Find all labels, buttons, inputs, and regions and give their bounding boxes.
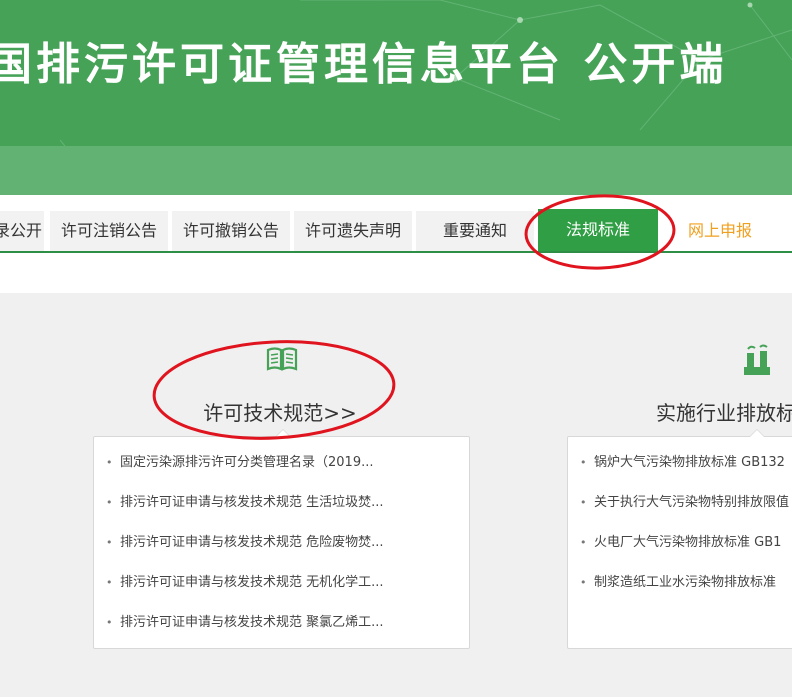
tab-info-public[interactable]: 录公开 <box>0 211 44 251</box>
list-item[interactable]: 排污许可证申请与核发技术规范 危险废物焚... <box>94 523 469 563</box>
book-icon <box>266 347 298 371</box>
column-title-permit-tech-spec[interactable]: 许可技术规范>> <box>180 397 380 426</box>
main-nav: 录公开 许可注销公告 许可撤销公告 许可遗失声明 重要通知 法规标准 网上申报 <box>0 195 792 293</box>
list-item[interactable]: 制浆造纸工业水污染物排放标准 <box>568 563 792 603</box>
tab-revocation-notice[interactable]: 许可注销公告 <box>50 211 168 251</box>
column-title-industry-standards[interactable]: 实施行业排放标 <box>656 397 792 426</box>
content-area: 许可技术规范>> 固定污染源排污许可分类管理名录（2019... 排污许可证申请… <box>0 293 792 697</box>
factory-icon <box>744 344 770 375</box>
list-item[interactable]: 关于执行大气污染物特别排放限值 <box>568 483 792 523</box>
list-item[interactable]: 排污许可证申请与核发技术规范 生活垃圾焚... <box>94 483 469 523</box>
site-title: 国排污许可证管理信息平台 公开端 <box>0 39 728 90</box>
tab-online-application[interactable]: 网上申报 <box>662 211 778 251</box>
industry-standards-panel: 锅炉大气污染物排放标准 GB132 关于执行大气污染物特别排放限值 火电厂大气污… <box>567 429 792 649</box>
tab-loss-statement[interactable]: 许可遗失声明 <box>294 211 412 251</box>
list-item[interactable]: 锅炉大气污染物排放标准 GB132 <box>568 443 792 483</box>
permit-tech-spec-panel: 固定污染源排污许可分类管理名录（2019... 排污许可证申请与核发技术规范 生… <box>93 429 470 649</box>
header-banner: 国排污许可证管理信息平台 公开端 <box>0 0 792 195</box>
tab-important-notice[interactable]: 重要通知 <box>416 211 534 251</box>
list-item[interactable]: 火电厂大气污染物排放标准 GB1 <box>568 523 792 563</box>
nav-underline <box>0 251 792 253</box>
list-item[interactable]: 固定污染源排污许可分类管理名录（2019... <box>94 443 469 483</box>
banner-band <box>0 146 792 195</box>
tab-regulations-standards[interactable]: 法规标准 <box>538 209 658 251</box>
tab-withdrawal-notice[interactable]: 许可撤销公告 <box>172 211 290 251</box>
list-item[interactable]: 排污许可证申请与核发技术规范 聚氯乙烯工... <box>94 603 469 643</box>
list-item[interactable]: 排污许可证申请与核发技术规范 无机化学工... <box>94 563 469 603</box>
